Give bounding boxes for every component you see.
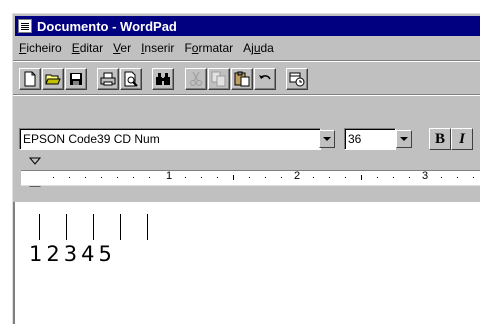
paste-button[interactable]	[231, 68, 253, 90]
font-size-dropdown[interactable]	[396, 130, 412, 148]
cut-scissors-icon	[190, 71, 202, 86]
save-disk-icon	[70, 73, 82, 85]
standard-toolbar	[17, 64, 480, 92]
barcode-bar	[120, 214, 121, 240]
find-button[interactable]	[152, 68, 174, 90]
save-button[interactable]	[65, 68, 87, 90]
new-document-icon	[24, 71, 36, 87]
barcode-bar	[147, 214, 148, 240]
italic-button[interactable]: I	[451, 128, 473, 150]
bold-button[interactable]: B	[429, 128, 451, 150]
date-time-icon	[289, 72, 305, 87]
menu-ver[interactable]: Ver	[113, 41, 131, 55]
barcode-text: 12345	[29, 242, 116, 266]
barcode-bar	[93, 214, 94, 240]
font-name-dropdown[interactable]	[319, 130, 335, 148]
toolbar-separator	[13, 94, 480, 96]
print-preview-button[interactable]	[120, 68, 142, 90]
ruler-area: 1 2 3	[13, 155, 480, 203]
font-size-combobox[interactable]: 36	[344, 128, 396, 150]
menu-editar[interactable]: Editar	[72, 41, 103, 55]
ruler-label-1: 1	[166, 170, 173, 182]
ruler-label-3: 3	[422, 170, 429, 182]
menu-formatar[interactable]: Formatar	[184, 41, 233, 55]
copy-icon	[211, 71, 226, 87]
menu-bar: Ficheiro Editar Ver Inserir Formatar Aju…	[15, 39, 480, 57]
print-button[interactable]	[97, 68, 119, 90]
document-area[interactable]: 12345	[13, 202, 480, 324]
open-button[interactable]	[42, 68, 64, 90]
font-size-value: 36	[348, 132, 362, 146]
format-toolbar: EPSON Code39 CD Num 36 B I	[17, 124, 480, 150]
window-title: Documento - WordPad	[37, 18, 177, 34]
ruler-label-2: 2	[294, 170, 301, 182]
barcode-bar	[39, 214, 40, 240]
print-icon	[100, 72, 116, 86]
paste-icon	[234, 71, 250, 87]
copy-button[interactable]	[208, 68, 230, 90]
cut-button[interactable]	[185, 68, 207, 90]
font-name-value: EPSON Code39 CD Num	[23, 132, 160, 146]
undo-icon	[259, 75, 271, 80]
wordpad-window: Documento - WordPad Ficheiro Editar Ver …	[12, 13, 480, 324]
menu-ficheiro[interactable]: Ficheiro	[19, 41, 62, 55]
title-bar[interactable]: Documento - WordPad	[15, 16, 480, 36]
menu-inserir[interactable]: Inserir	[141, 41, 174, 55]
wordpad-document-icon[interactable]	[18, 19, 32, 33]
menu-ajuda[interactable]: Ajuda	[243, 41, 274, 55]
new-button[interactable]	[19, 68, 41, 90]
insert-date-time-button[interactable]	[286, 68, 308, 90]
open-folder-icon	[45, 74, 61, 85]
menu-separator	[13, 60, 480, 62]
find-binoculars-icon	[156, 73, 170, 85]
print-preview-icon	[124, 71, 138, 87]
barcode-bar	[66, 214, 67, 240]
font-name-combobox[interactable]: EPSON Code39 CD Num	[19, 128, 321, 150]
ruler[interactable]: 1 2 3	[21, 170, 480, 186]
undo-button[interactable]	[254, 68, 276, 90]
